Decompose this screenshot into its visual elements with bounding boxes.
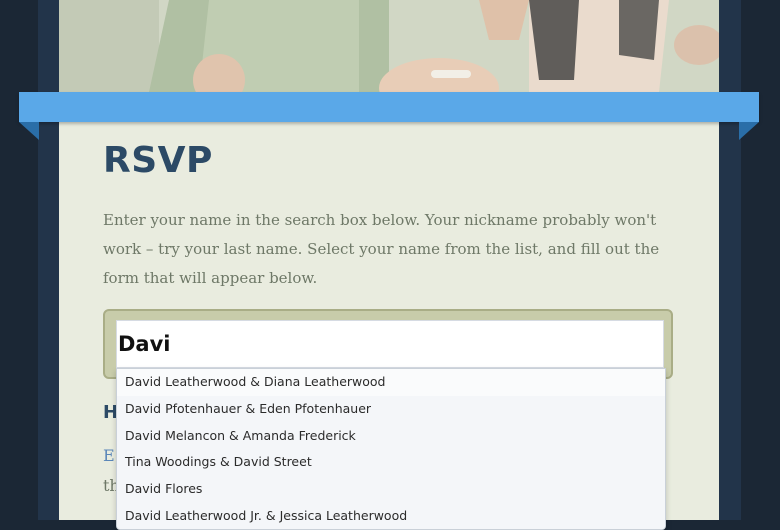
left-side-column — [38, 0, 60, 520]
suggestion-item[interactable]: David Leatherwood & Diana Leatherwood — [117, 369, 665, 396]
suggestion-item[interactable]: David Leatherwood Jr. & Jessica Leatherw… — [117, 502, 665, 529]
suggestion-item[interactable]: David Pfotenhauer & Eden Pfotenhauer — [117, 395, 665, 423]
ribbon-fold-right — [739, 122, 759, 140]
suggestion-item[interactable]: Tina Woodings & David Street — [117, 449, 665, 477]
right-side-column — [719, 0, 741, 520]
blue-ribbon-banner — [19, 92, 759, 122]
name-search-input[interactable] — [116, 320, 664, 368]
ribbon-fold-left — [19, 122, 39, 140]
hidden-section-link-text: E — [103, 446, 115, 465]
suggestion-item[interactable]: David Melancon & Amanda Frederick — [117, 422, 665, 450]
rsvp-instructions: Enter your name in the search box below.… — [103, 211, 660, 287]
autocomplete-dropdown: David Leatherwood & Diana Leatherwood Da… — [116, 368, 666, 530]
page-title: RSVP — [103, 140, 213, 181]
couple-photo — [59, 0, 719, 92]
suggestion-item[interactable]: David Flores — [117, 476, 665, 503]
couple-photo-illustration — [59, 0, 719, 92]
